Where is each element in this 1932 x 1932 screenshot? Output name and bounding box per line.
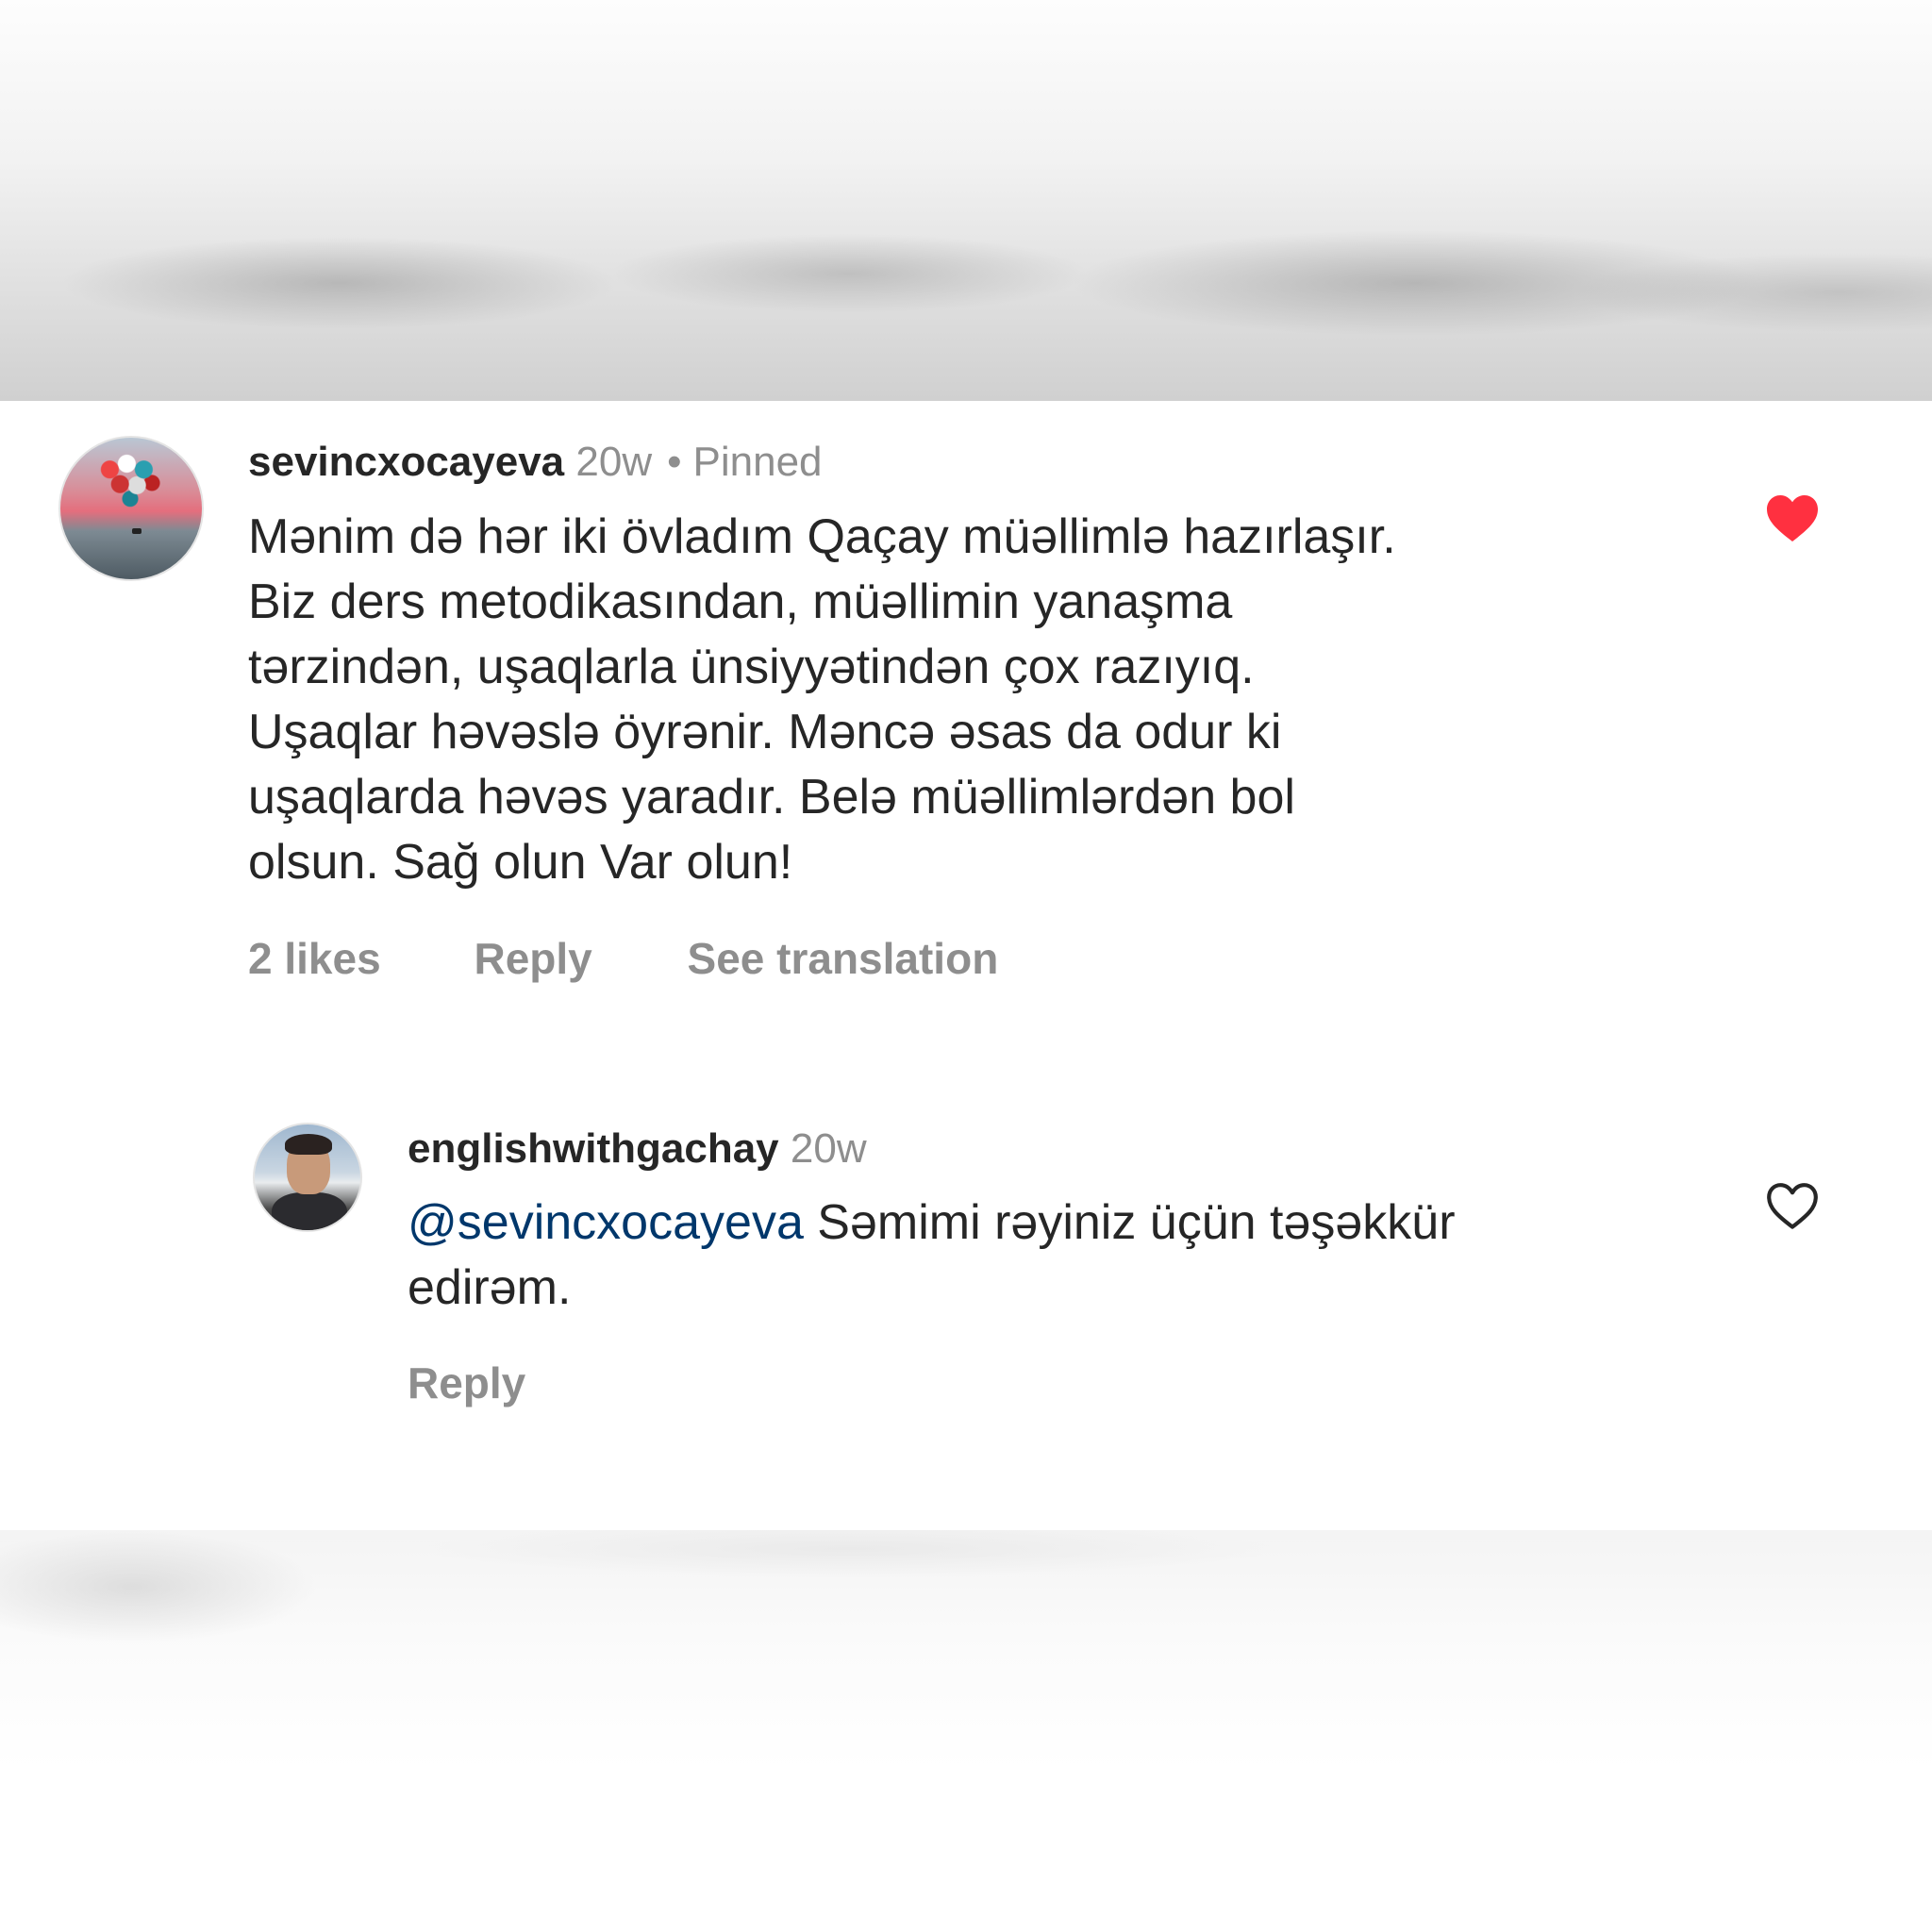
comment-text-line: Mənim də hər iki övladım Qaçay müəllimlə… <box>248 509 1396 564</box>
reply-header: englishwithgachay 20w <box>408 1128 867 1170</box>
reply-text-fragment: Səmimi rəyiniz üçün təşəkkür <box>803 1195 1456 1250</box>
comment-text-line: tərzindən, uşaqlarla ünsiyyətindən çox r… <box>248 640 1255 694</box>
likes-count[interactable]: 2 likes <box>248 937 381 980</box>
avatar-hair <box>285 1134 332 1155</box>
blurred-background-bottom <box>0 1530 1932 1932</box>
balloons-image <box>96 449 164 508</box>
heart-filled-icon[interactable] <box>1764 492 1821 543</box>
username[interactable]: englishwithgachay <box>408 1125 779 1172</box>
pinned-label: Pinned <box>692 439 823 485</box>
reply-button[interactable]: Reply <box>474 937 591 980</box>
reply-text-line: edirəm. <box>408 1260 572 1315</box>
comment-text-line: uşaqlarda həvəs yaradır. Belə müəllimlər… <box>248 770 1295 824</box>
comment-header: sevincxocayeva 20w • Pinned <box>248 441 823 483</box>
timestamp: 20w <box>575 439 653 485</box>
reply-actions: Reply <box>408 1361 525 1405</box>
see-translation-button[interactable]: See translation <box>688 937 999 980</box>
comment-text: Mənim də hər iki övladım Qaçay müəllimlə… <box>248 505 1635 895</box>
timestamp: 20w <box>790 1125 867 1172</box>
heart-outline-icon[interactable] <box>1764 1180 1821 1231</box>
comment-text-line: olsun. Sağ olun Var olun! <box>248 835 793 890</box>
boat-image <box>132 528 142 534</box>
comment-actions: 2 likes Reply See translation <box>248 937 998 980</box>
reply-text-line: @sevincxocayeva Səmimi rəyiniz üçün təşə… <box>408 1191 1728 1256</box>
comment-text-line: Biz ders metodikasından, müəllimin yanaş… <box>248 575 1233 629</box>
avatar-body <box>272 1192 347 1230</box>
blurred-background-top <box>0 0 1932 401</box>
reply-button[interactable]: Reply <box>408 1361 525 1405</box>
avatar[interactable] <box>253 1123 362 1232</box>
separator-dot: • <box>667 439 682 485</box>
username[interactable]: sevincxocayeva <box>248 439 564 485</box>
reply-text: @sevincxocayeva Səmimi rəyiniz üçün təşə… <box>408 1191 1728 1321</box>
comment-text-line: Uşaqlar həvəslə öyrənir. Məncə əsas da o… <box>248 705 1282 759</box>
screenshot-page: sevincxocayeva 20w • Pinned Mənim də hər i… <box>0 0 1932 1932</box>
mention-link[interactable]: @sevincxocayeva <box>408 1195 804 1250</box>
avatar[interactable] <box>58 436 204 581</box>
